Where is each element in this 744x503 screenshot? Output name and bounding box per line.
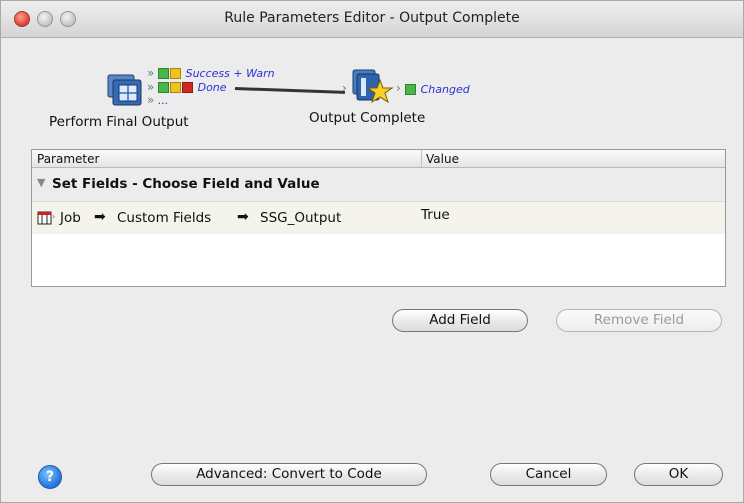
success-flag-icon bbox=[157, 68, 169, 80]
input-chevron-icon: › bbox=[342, 81, 347, 95]
add-field-button[interactable]: Add Field bbox=[392, 309, 528, 332]
branch-chevron-icon: » bbox=[147, 66, 155, 80]
svg-text:›: › bbox=[52, 212, 55, 221]
field-value-cell[interactable]: True bbox=[421, 207, 450, 223]
output-star-icon[interactable] bbox=[350, 68, 396, 106]
column-header-parameter[interactable]: Parameter bbox=[37, 152, 99, 166]
column-header-value[interactable]: Value bbox=[426, 152, 459, 166]
table-header: Parameter Value bbox=[32, 150, 725, 168]
changed-flag-icon bbox=[405, 84, 416, 96]
print-output-icon[interactable] bbox=[105, 73, 145, 109]
advanced-convert-to-code-button[interactable]: Advanced: Convert to Code bbox=[151, 463, 427, 486]
parameters-table: Parameter Value ▼ Set Fields - Choose Fi… bbox=[31, 149, 726, 287]
warn-flag-icon bbox=[169, 82, 181, 94]
table-row[interactable]: › Job ➡ Custom Fields ➡ SSG_Output True bbox=[32, 202, 725, 234]
window-title: Rule Parameters Editor - Output Complete bbox=[224, 10, 520, 26]
error-flag-icon bbox=[181, 82, 193, 94]
column-divider[interactable] bbox=[421, 150, 422, 167]
field-path-segment: Job bbox=[60, 210, 81, 226]
help-button[interactable]: ? bbox=[38, 465, 62, 489]
disclosure-triangle-icon[interactable]: ▼ bbox=[37, 176, 45, 189]
group-label: Set Fields - Choose Field and Value bbox=[52, 176, 320, 192]
rule-parameters-editor-window: Rule Parameters Editor - Output Complete… bbox=[0, 0, 744, 503]
rule-flow-diagram: » Success + Warn » Done » ... › › Change… bbox=[1, 38, 743, 148]
branch-more[interactable]: » ... bbox=[147, 92, 168, 107]
field-table-icon: › bbox=[37, 211, 55, 225]
target-node-label: Output Complete bbox=[309, 110, 426, 126]
remove-field-button[interactable]: Remove Field bbox=[556, 309, 722, 332]
source-node-label: Perform Final Output bbox=[49, 114, 189, 130]
branch-label: Done bbox=[197, 81, 227, 94]
cancel-button[interactable]: Cancel bbox=[490, 463, 607, 486]
branch-chevron-icon: » bbox=[147, 93, 155, 107]
branch-success-warn[interactable]: » Success + Warn bbox=[147, 65, 275, 80]
path-arrow-icon: ➡ bbox=[94, 209, 106, 225]
output-label: Changed bbox=[420, 83, 470, 96]
ok-button[interactable]: OK bbox=[634, 463, 723, 486]
field-path-segment: Custom Fields bbox=[117, 210, 212, 226]
path-arrow-icon: ➡ bbox=[237, 209, 249, 225]
table-group-row[interactable]: ▼ Set Fields - Choose Field and Value bbox=[32, 168, 725, 202]
output-chevron-icon: › bbox=[396, 81, 401, 95]
flow-connector-line bbox=[234, 87, 345, 94]
warn-flag-icon bbox=[169, 68, 181, 80]
field-path-segment: SSG_Output bbox=[260, 210, 342, 226]
title-bar[interactable]: Rule Parameters Editor - Output Complete bbox=[1, 1, 743, 38]
target-output-changed[interactable]: Changed bbox=[405, 81, 470, 96]
branch-label: ... bbox=[157, 94, 169, 107]
